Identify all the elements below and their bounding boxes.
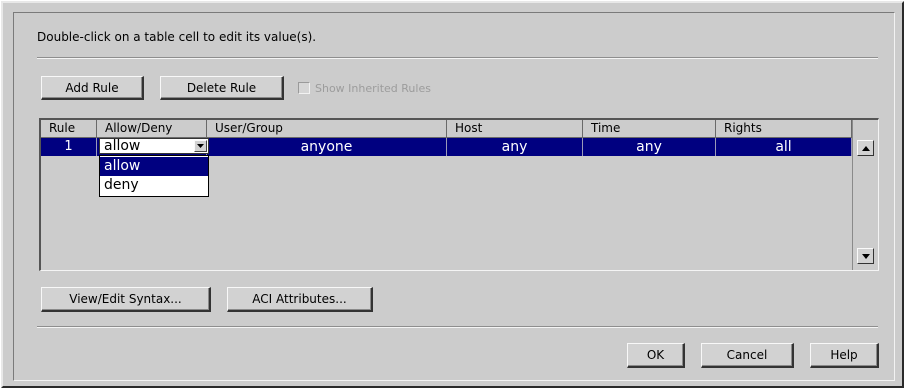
time-cell[interactable]: any (583, 138, 716, 156)
dropdown-option-allow[interactable]: allow (100, 157, 208, 176)
column-header-rights[interactable]: Rights (716, 120, 852, 138)
column-header-allow-deny[interactable]: Allow/Deny (97, 120, 207, 138)
show-inherited-rules-toggle[interactable]: Show Inherited Rules (298, 80, 431, 96)
rule-number-cell[interactable]: 1 (41, 138, 97, 156)
host-cell[interactable]: any (447, 138, 583, 156)
arrow-down-icon[interactable] (857, 248, 874, 264)
bottom-separator (37, 326, 878, 328)
column-header-time[interactable]: Time (583, 120, 716, 138)
allow-deny-combobox[interactable]: allow (99, 138, 209, 154)
column-header-host[interactable]: Host (447, 120, 583, 138)
chevron-down-icon[interactable] (194, 140, 207, 152)
instruction-text: Double-click on a table cell to edit its… (37, 30, 317, 44)
arrow-up-icon[interactable] (857, 140, 874, 156)
top-separator (37, 57, 878, 59)
allow-deny-dropdown-list: allow deny (99, 155, 209, 197)
dropdown-option-deny[interactable]: deny (100, 176, 208, 195)
user-group-cell[interactable]: anyone (207, 138, 447, 156)
view-edit-syntax-button[interactable]: View/Edit Syntax... (41, 287, 211, 312)
add-rule-button[interactable]: Add Rule (41, 76, 144, 100)
ok-button[interactable]: OK (627, 343, 685, 368)
combobox-value: allow (104, 138, 141, 154)
column-header-rule[interactable]: Rule (41, 120, 97, 138)
help-button[interactable]: Help (810, 343, 879, 368)
show-inherited-checkbox[interactable] (298, 82, 310, 94)
vertical-scrollbar[interactable] (852, 120, 878, 270)
rules-table: Rule Allow/Deny User/Group Host Time Rig… (39, 118, 879, 271)
column-header-user-group[interactable]: User/Group (207, 120, 447, 138)
rights-cell[interactable]: all (716, 138, 852, 156)
cancel-button[interactable]: Cancel (701, 343, 794, 368)
delete-rule-button[interactable]: Delete Rule (160, 76, 284, 100)
show-inherited-label: Show Inherited Rules (315, 81, 431, 95)
aci-attributes-button[interactable]: ACI Attributes... (227, 287, 373, 312)
